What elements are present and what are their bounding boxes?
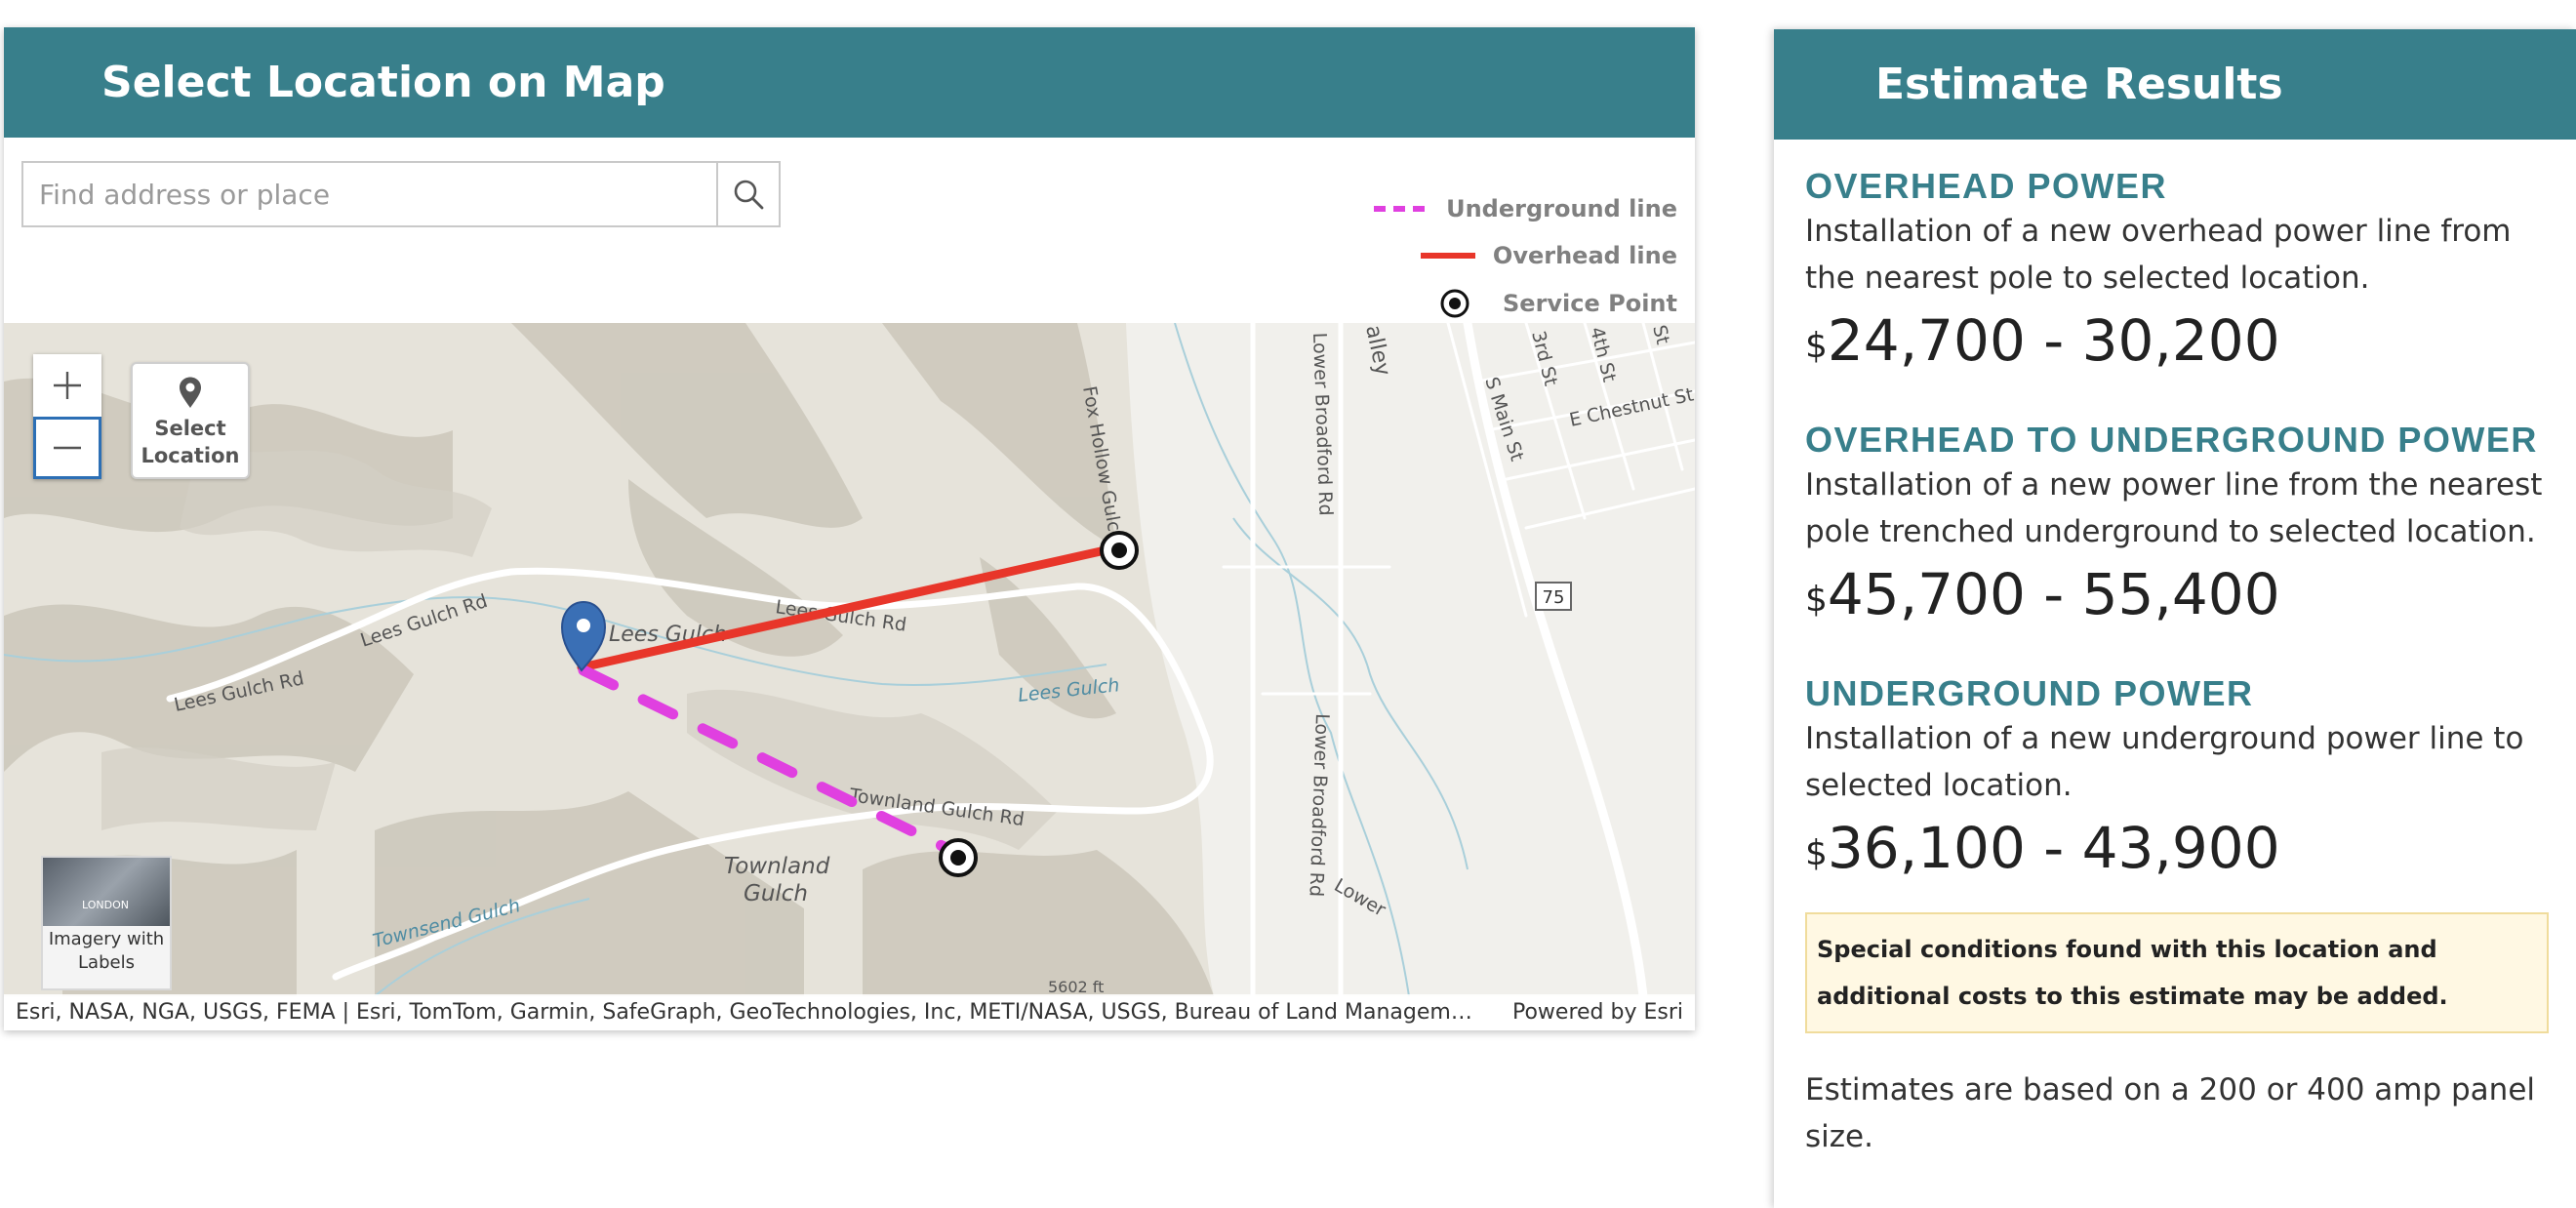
currency-symbol: $ [1805,833,1828,873]
service-point[interactable] [939,838,978,877]
results-panel: Estimate Results OVERHEAD POWER Installa… [1774,29,2576,1208]
price-range: 24,700 - 30,200 [1827,307,2280,374]
result-price: $45,700 - 55,400 [1805,559,2549,629]
result-overhead-to-underground: OVERHEAD TO UNDERGROUND POWER Installati… [1805,419,2549,629]
map-canvas[interactable]: Lees Gulch Rd Lees Gulch Rd Lees Gulch R… [4,323,1695,996]
map-view[interactable]: Lees Gulch Rd Lees Gulch Rd Lees Gulch R… [4,323,1695,996]
zoom-out-button[interactable] [33,417,101,479]
legend-label: Underground line [1446,195,1677,222]
map-pin-icon [180,377,201,408]
price-range: 36,100 - 43,900 [1827,815,2280,881]
route-shield: 75 [1535,582,1572,611]
result-underground: UNDERGROUND POWER Installation of a new … [1805,672,2549,883]
map-legend: Underground line Overhead line Service P… [1355,183,1677,330]
legend-overhead: Overhead line [1419,242,1677,269]
basemap-label: Imagery with Labels [48,929,165,973]
result-description: Installation of a new underground power … [1805,721,2524,803]
results-body: OVERHEAD POWER Installation of a new ove… [1774,140,2576,1160]
result-price: $24,700 - 30,200 [1805,305,2549,376]
results-header: Estimate Results [1774,29,2576,140]
search-input[interactable] [23,163,716,225]
service-point[interactable] [1100,531,1139,570]
service-point-icon [1440,289,1469,318]
search-icon [734,180,764,210]
result-overhead: OVERHEAD POWER Installation of a new ove… [1805,165,2549,376]
map-panel: Select Location on Map Underground line … [4,27,1695,1030]
result-price: $36,100 - 43,900 [1805,813,2549,883]
map-panel-header: Select Location on Map [4,27,1695,138]
select-location-button[interactable]: Select Location [131,362,250,479]
result-description: Installation of a new power line from th… [1805,467,2543,549]
currency-symbol: $ [1805,326,1828,366]
legend-label: Overhead line [1492,242,1677,269]
map-label: Gulch [744,881,808,906]
zoom-in-button[interactable] [33,354,101,417]
result-description: Installation of a new overhead power lin… [1805,214,2512,296]
route-number: 75 [1543,587,1565,608]
legend-service-point: Service Point [1438,287,1677,320]
result-title: OVERHEAD TO UNDERGROUND POWER [1805,420,2538,460]
attribution-bar: Esri, NASA, NGA, USGS, FEMA | Esri, TomT… [4,994,1695,1030]
legend-label: Service Point [1503,290,1677,317]
zoom-control [33,354,101,479]
minus-icon [54,446,81,450]
basemap-thumbnail: LONDON [43,858,170,926]
attribution-text[interactable]: Esri, NASA, NGA, USGS, FEMA | Esri, TomT… [16,1000,1472,1025]
results-title: Estimate Results [1875,60,2283,109]
estimate-note: Estimates are based on a 200 or 400 amp … [1805,1072,2536,1154]
dashed-line-icon [1374,206,1429,212]
currency-symbol: $ [1805,580,1828,620]
basemap-toggle[interactable]: LONDON Imagery with Labels [41,856,172,990]
map-label: Townland [724,854,830,879]
legend-underground: Underground line [1372,195,1677,222]
result-title: UNDERGROUND POWER [1805,673,2254,713]
plus-icon [54,372,81,399]
price-range: 45,700 - 55,400 [1827,561,2280,627]
select-location-label: Select Location [141,417,240,467]
solid-line-icon [1420,253,1475,259]
powered-by-link[interactable]: Powered by Esri [1512,1000,1683,1025]
search-box [21,161,781,227]
basemap-thumb-text: LONDON [82,899,129,911]
map-panel-title: Select Location on Map [101,58,665,107]
result-title: OVERHEAD POWER [1805,166,2168,206]
search-button[interactable] [716,163,779,225]
special-conditions-note: Special conditions found with this locat… [1805,912,2549,1033]
